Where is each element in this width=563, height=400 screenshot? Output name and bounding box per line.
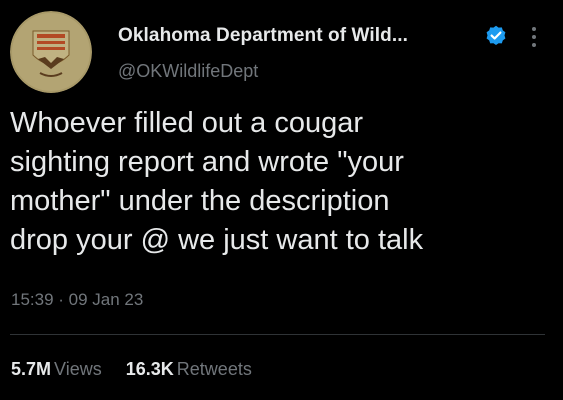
verified-badge-icon (486, 25, 506, 45)
tweet-timestamp[interactable]: 15:39 · 09 Jan 23 (11, 290, 143, 310)
tweet-text: Whoever filled out a cougar sighting rep… (10, 107, 424, 256)
views-count: 5.7M (11, 359, 52, 379)
more-options-icon[interactable] (527, 24, 541, 50)
divider (10, 334, 545, 335)
views-stat[interactable]: 5.7M Views (11, 359, 102, 380)
author-handle[interactable]: @OKWildlifeDept (118, 61, 258, 82)
author-avatar[interactable] (10, 11, 92, 93)
retweets-label: Retweets (176, 359, 252, 379)
retweets-count: 16.3K (125, 359, 174, 379)
views-label: Views (54, 359, 102, 379)
tweet-card: Oklahoma Department of Wild... @OKWildli… (0, 0, 563, 400)
retweets-stat[interactable]: 16.3K Retweets (126, 359, 252, 380)
agency-logo-icon (10, 11, 92, 93)
tweet-stats: 5.7M Views 16.3K Retweets (11, 359, 271, 380)
author-display-name[interactable]: Oklahoma Department of Wild... (118, 25, 408, 47)
